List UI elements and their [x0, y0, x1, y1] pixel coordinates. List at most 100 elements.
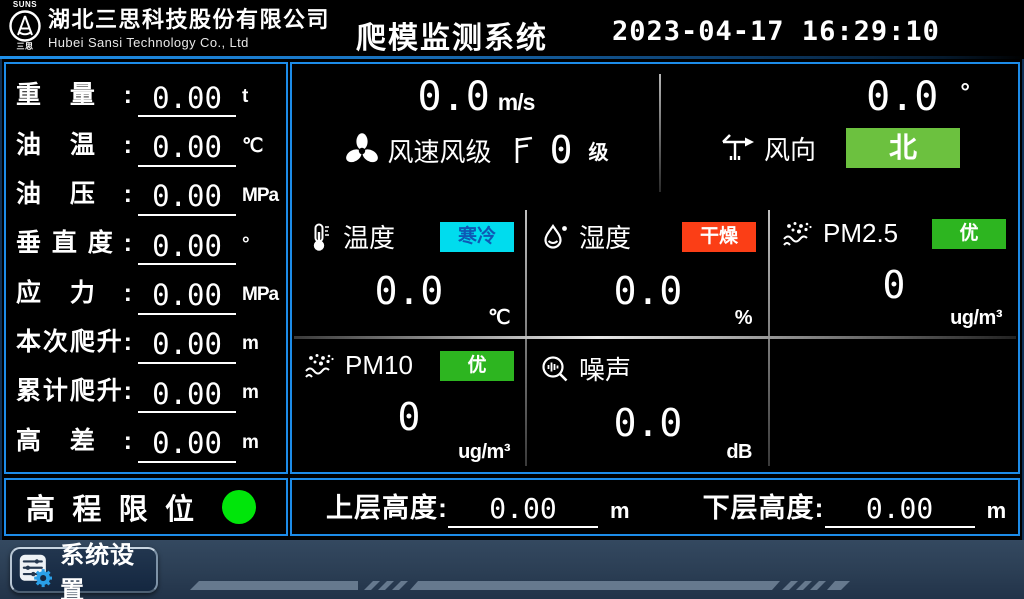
dust-icon — [304, 351, 336, 381]
metric-unit: ℃ — [242, 135, 278, 167]
company-logo-block: SUNS 三思 湖北三思科技股份有限公司 Hubei Sansi Technol… — [8, 1, 330, 51]
sensor-value: 0 — [296, 395, 522, 439]
sensor-value: 0 — [774, 263, 1014, 307]
sensor-cell-temperature: 温度 寒冷 0.0 ℃ — [296, 210, 522, 334]
metric-value: 0.00 — [138, 130, 236, 167]
company-name-cn: 湖北三思科技股份有限公司 — [48, 2, 330, 34]
wind-level-label: 风速风级 — [388, 132, 492, 169]
elevation-limit-label: 高程限位 — [26, 486, 194, 528]
sensor-unit: ℃ — [488, 305, 510, 330]
sensor-unit: % — [735, 307, 752, 330]
wind-level-row: 风速风级 0 级 — [292, 128, 660, 172]
header-divider — [0, 56, 1024, 59]
dust-icon — [782, 219, 814, 249]
metric-unit: m — [242, 382, 278, 413]
sensor-value: 0.0 — [532, 269, 764, 313]
sensor-unit: dB — [726, 441, 752, 464]
metric-value: 0.00 — [138, 327, 236, 364]
wind-speed-value: 0.0 — [418, 74, 490, 120]
company-name: 湖北三思科技股份有限公司 Hubei Sansi Technology Co.,… — [48, 2, 330, 50]
environment-panel: 0.0 m/s 风速风级 0 级 — [290, 62, 1020, 474]
sensor-cell-pm25: PM2.5 优 0 ug/m³ — [774, 210, 1014, 334]
metric-label: 油温: — [16, 125, 132, 167]
metric-label: 累计爬升: — [16, 371, 132, 413]
metric-row-total-climb: 累计爬升: 0.00 m — [16, 367, 278, 413]
metric-unit: t — [242, 86, 278, 117]
wind-barb-icon — [512, 134, 536, 166]
hmi-screen: SUNS 三思 湖北三思科技股份有限公司 Hubei Sansi Technol… — [0, 0, 1024, 599]
header-bar: SUNS 三思 湖北三思科技股份有限公司 Hubei Sansi Technol… — [0, 0, 1024, 57]
lower-height-group: 下层高度: 0.00 m — [703, 486, 1006, 528]
lower-height-unit: m — [987, 498, 1006, 528]
wind-direction-section: 0.0 ° 风向 北 — [662, 64, 1018, 204]
logo-bottom-text: 三思 — [17, 43, 34, 51]
metric-label: 本次爬升: — [16, 322, 132, 364]
status-badge: 优 — [440, 351, 514, 381]
metric-row-oil-temp: 油温: 0.00 ℃ — [16, 121, 278, 167]
wind-speed-readout: 0.0 m/s — [292, 76, 660, 118]
wind-speed-unit: m/s — [498, 89, 535, 115]
metric-row-oil-pressure: 油压: 0.00 MPa — [16, 170, 278, 216]
sensor-label: PM10 — [345, 350, 413, 381]
wind-section-divider — [659, 74, 661, 192]
metric-row-weight: 重量: 0.00 t — [16, 71, 278, 117]
sensor-cell-noise: 噪声 0.0 dB — [532, 342, 764, 468]
metrics-panel: 重量: 0.00 t 油温: 0.00 ℃ 油压: 0.00 MPa 垂直度: … — [4, 62, 288, 474]
noise-icon — [540, 354, 570, 384]
elevation-limit-box: 高程限位 — [4, 478, 288, 536]
system-settings-button[interactable]: 系统设置 — [10, 547, 158, 593]
status-badge: 干燥 — [682, 222, 756, 252]
wind-vane-icon — [720, 132, 756, 164]
metric-value: 0.00 — [138, 278, 236, 315]
lower-height-label: 下层高度: — [703, 486, 825, 528]
sensor-label: 湿度 — [579, 218, 631, 255]
wind-direction-readout: 0.0 ° — [662, 76, 1018, 118]
wind-direction-unit: ° — [960, 79, 970, 106]
metric-label: 油压: — [16, 174, 132, 216]
wind-direction-label: 风向 — [764, 130, 816, 167]
wind-direction-row: 风向 北 — [662, 128, 1018, 168]
grid-divider-horizontal — [294, 336, 1016, 339]
upper-height-unit: m — [610, 498, 629, 528]
metric-value: 0.00 — [138, 377, 236, 414]
sensor-value: 0.0 — [532, 401, 764, 445]
metric-unit: m — [242, 432, 278, 463]
metric-row-stress: 应力: 0.00 MPa — [16, 269, 278, 315]
sensor-unit: ug/m³ — [458, 441, 510, 464]
sensor-label: PM2.5 — [823, 218, 898, 249]
droplet-icon — [540, 222, 570, 252]
datetime-display: 2023-04-17 16:29:10 — [612, 16, 940, 47]
company-name-en: Hubei Sansi Technology Co., Ltd — [48, 35, 330, 50]
page-title: 爬模监测系统 — [356, 13, 548, 57]
status-badge: 优 — [932, 219, 1006, 249]
sensor-unit: ug/m³ — [950, 307, 1002, 330]
settings-button-label: 系统设置 — [60, 535, 150, 599]
wind-level-value: 0 — [550, 128, 573, 172]
metric-value: 0.00 — [138, 81, 236, 118]
settings-sliders-gear-icon — [18, 551, 52, 589]
metric-row-verticality: 垂直度: 0.00 ° — [16, 219, 278, 265]
metric-unit: MPa — [242, 185, 278, 216]
level-heights-box: 上层高度: 0.00 m 下层高度: 0.00 m — [290, 478, 1020, 536]
metric-row-height-diff: 高差: 0.00 m — [16, 417, 278, 463]
upper-height-group: 上层高度: 0.00 m — [326, 486, 629, 528]
metric-unit: MPa — [242, 284, 278, 315]
thermometer-icon — [304, 222, 334, 252]
elevation-limit-indicator — [222, 490, 256, 524]
wind-level-unit: 级 — [588, 136, 608, 165]
metric-label: 应力: — [16, 273, 132, 315]
logo-top-text: SUNS — [13, 1, 37, 9]
metric-value: 0.00 — [138, 426, 236, 463]
sensor-label: 温度 — [343, 218, 395, 255]
sensor-label: 噪声 — [579, 350, 631, 387]
wind-speed-section: 0.0 m/s 风速风级 0 级 — [292, 64, 660, 204]
metric-value: 0.00 — [138, 179, 236, 216]
metric-row-current-climb: 本次爬升: 0.00 m — [16, 318, 278, 364]
suns-logo: SUNS 三思 — [8, 1, 42, 51]
metric-label: 重量: — [16, 75, 132, 117]
lower-height-value: 0.00 — [825, 492, 975, 528]
metric-label: 高差: — [16, 421, 132, 463]
footer-stripe-decoration — [190, 581, 850, 591]
metric-value: 0.00 — [138, 229, 236, 266]
wind-direction-value: 0.0 — [866, 74, 938, 120]
